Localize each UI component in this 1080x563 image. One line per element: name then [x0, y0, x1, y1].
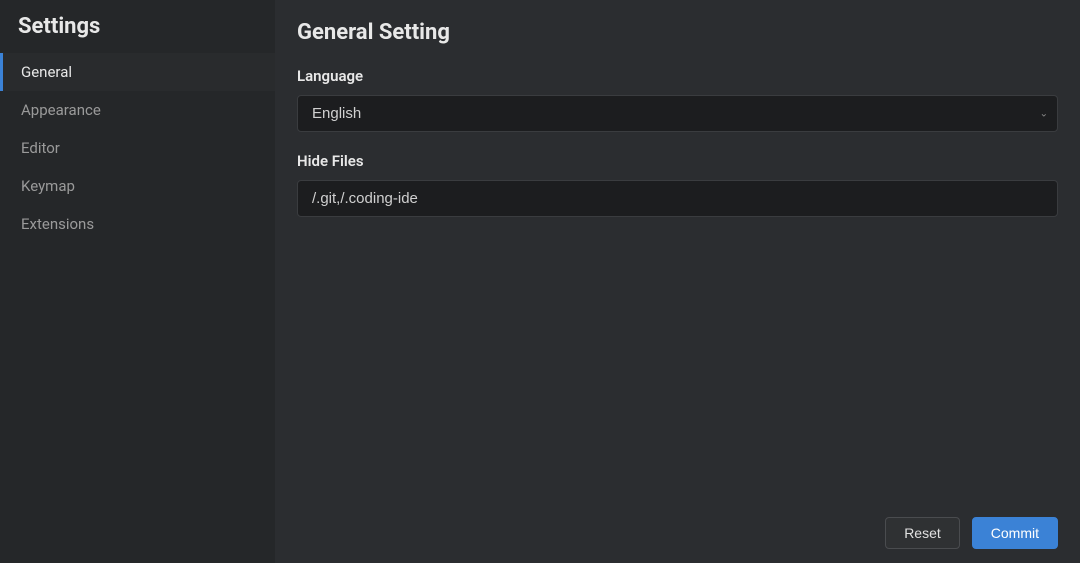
reset-button[interactable]: Reset	[885, 517, 960, 549]
page-title: General Setting	[297, 20, 1058, 45]
sidebar-item-appearance[interactable]: Appearance	[0, 91, 275, 129]
sidebar-item-keymap[interactable]: Keymap	[0, 167, 275, 205]
sidebar-item-editor[interactable]: Editor	[0, 129, 275, 167]
hide-files-label: Hide Files	[297, 152, 1058, 170]
sidebar-item-general[interactable]: General	[0, 53, 275, 91]
language-select-wrap: English ⌄	[297, 95, 1058, 132]
sidebar-title: Settings	[0, 14, 275, 53]
language-label: Language	[297, 67, 1058, 85]
sidebar-item-extensions[interactable]: Extensions	[0, 205, 275, 243]
footer-actions: Reset Commit	[297, 507, 1058, 549]
main-panel: General Setting Language English ⌄ Hide …	[275, 0, 1080, 563]
language-group: Language English ⌄	[297, 67, 1058, 132]
language-select[interactable]: English	[297, 95, 1058, 132]
hide-files-input[interactable]	[297, 180, 1058, 217]
hide-files-group: Hide Files	[297, 152, 1058, 217]
settings-sidebar: Settings General Appearance Editor Keyma…	[0, 0, 275, 563]
commit-button[interactable]: Commit	[972, 517, 1058, 549]
